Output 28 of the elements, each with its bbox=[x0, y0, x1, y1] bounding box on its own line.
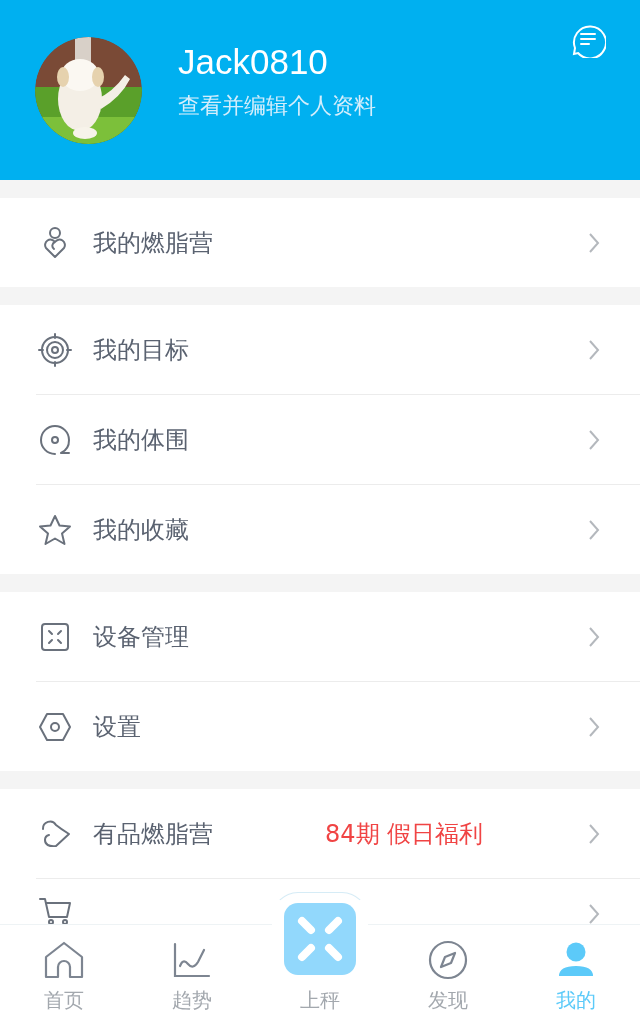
target-icon bbox=[38, 332, 72, 367]
trend-chart-icon bbox=[173, 942, 211, 978]
user-icon bbox=[556, 942, 596, 978]
scale-icon bbox=[284, 903, 356, 975]
chevron-right-icon bbox=[588, 231, 600, 254]
tape-measure-icon bbox=[39, 423, 71, 456]
chevron-right-icon bbox=[588, 518, 600, 541]
menu-item[interactable]: 我的体围 bbox=[36, 394, 640, 484]
chevron-right-icon bbox=[588, 338, 600, 361]
menu-item[interactable]: 我的目标 bbox=[0, 305, 640, 394]
username: Jack0810 bbox=[178, 42, 329, 82]
promo-text: 84期 假日福利 bbox=[325, 818, 484, 850]
menu-item[interactable]: 设备管理 bbox=[0, 592, 640, 681]
menu-item[interactable]: 设置 bbox=[36, 681, 640, 771]
star-icon bbox=[38, 513, 72, 546]
menu-item[interactable]: 我的收藏 bbox=[36, 484, 640, 574]
scale-icon bbox=[40, 621, 70, 652]
cart-icon bbox=[38, 895, 72, 924]
chevron-right-icon bbox=[588, 903, 600, 924]
home-icon bbox=[44, 941, 84, 979]
chevron-right-icon bbox=[588, 428, 600, 451]
chevron-right-icon bbox=[588, 715, 600, 738]
chevron-right-icon bbox=[588, 625, 600, 648]
chat-icon[interactable] bbox=[570, 22, 606, 58]
settings-icon bbox=[38, 711, 72, 742]
menu-item[interactable]: 我的燃脂营 bbox=[0, 198, 640, 287]
chevron-right-icon bbox=[588, 822, 600, 845]
compass-icon bbox=[428, 940, 468, 980]
